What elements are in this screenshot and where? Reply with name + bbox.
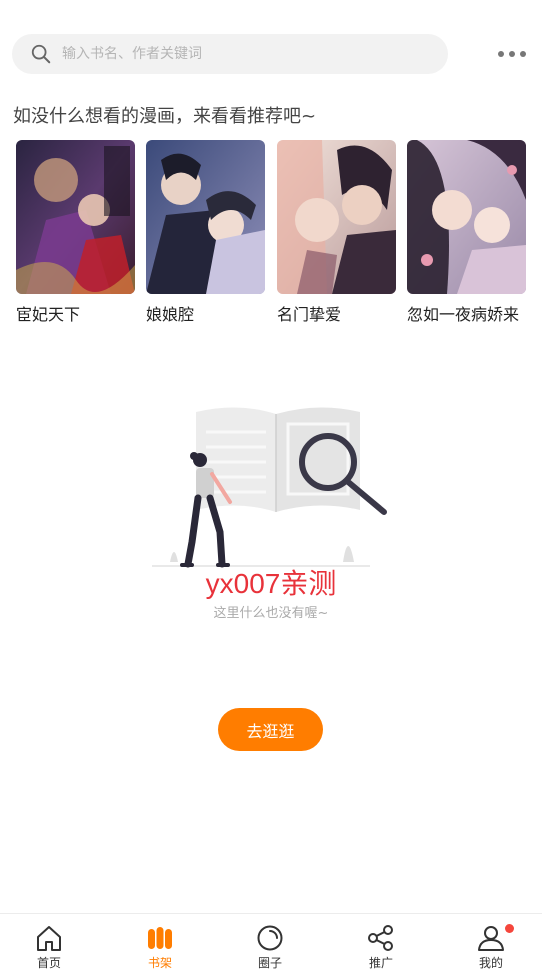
notification-badge: [505, 924, 514, 933]
search-icon: [31, 44, 51, 64]
search-bar: [12, 34, 530, 74]
book-title: 名门挚爱: [277, 305, 342, 324]
circle-icon: [257, 925, 283, 951]
bookshelf-icon: [148, 927, 172, 949]
empty-message: 这里什么也没有喔~: [213, 606, 329, 621]
more-options-button[interactable]: [498, 47, 526, 61]
search-box[interactable]: [12, 34, 448, 74]
book-card[interactable]: 名门挚爱: [277, 140, 396, 325]
watermark-text: yx007亲测: [205, 568, 337, 599]
book-title: 宦妃天下: [16, 305, 81, 324]
tab-label: 书架: [147, 956, 172, 970]
search-input[interactable]: [62, 46, 422, 62]
book-card[interactable]: 忽如一夜病娇来: [407, 140, 526, 325]
empty-state-illustration: [148, 402, 398, 574]
tab-home[interactable]: 首页: [0, 914, 103, 977]
home-icon: [37, 926, 61, 951]
dot: [509, 51, 515, 57]
book-cover[interactable]: [407, 140, 526, 294]
tab-label: 我的: [478, 956, 503, 970]
dot: [520, 51, 526, 57]
tab-circle[interactable]: 圈子: [216, 914, 324, 977]
share-icon: [368, 925, 393, 951]
dot: [498, 51, 504, 57]
tab-label: 首页: [36, 956, 61, 970]
recommend-title: 如没什么想看的漫画，来看看推荐吧~: [13, 106, 317, 127]
browse-button[interactable]: 去逛逛: [218, 708, 323, 751]
tab-promote[interactable]: 推广: [327, 914, 435, 977]
book-title: 娘娘腔: [146, 305, 195, 324]
book-card[interactable]: 娘娘腔: [146, 140, 265, 325]
bottom-tab-bar: 首页 书架 圈子 推广 我的: [0, 913, 542, 977]
user-icon: [478, 926, 504, 951]
book-card[interactable]: 宦妃天下: [16, 140, 135, 325]
book-cover[interactable]: [16, 140, 135, 294]
book-cover[interactable]: [146, 140, 265, 294]
tab-bookshelf[interactable]: 书架: [106, 914, 214, 977]
tab-label: 推广: [368, 956, 393, 970]
tab-label: 圈子: [257, 956, 282, 970]
book-title: 忽如一夜病娇来: [407, 305, 520, 324]
recommend-book-list: 宦妃天下 娘娘腔 名门挚爱 忽如一夜病娇来: [16, 140, 526, 330]
book-cover[interactable]: [277, 140, 396, 294]
tab-mine[interactable]: 我的: [437, 914, 542, 977]
